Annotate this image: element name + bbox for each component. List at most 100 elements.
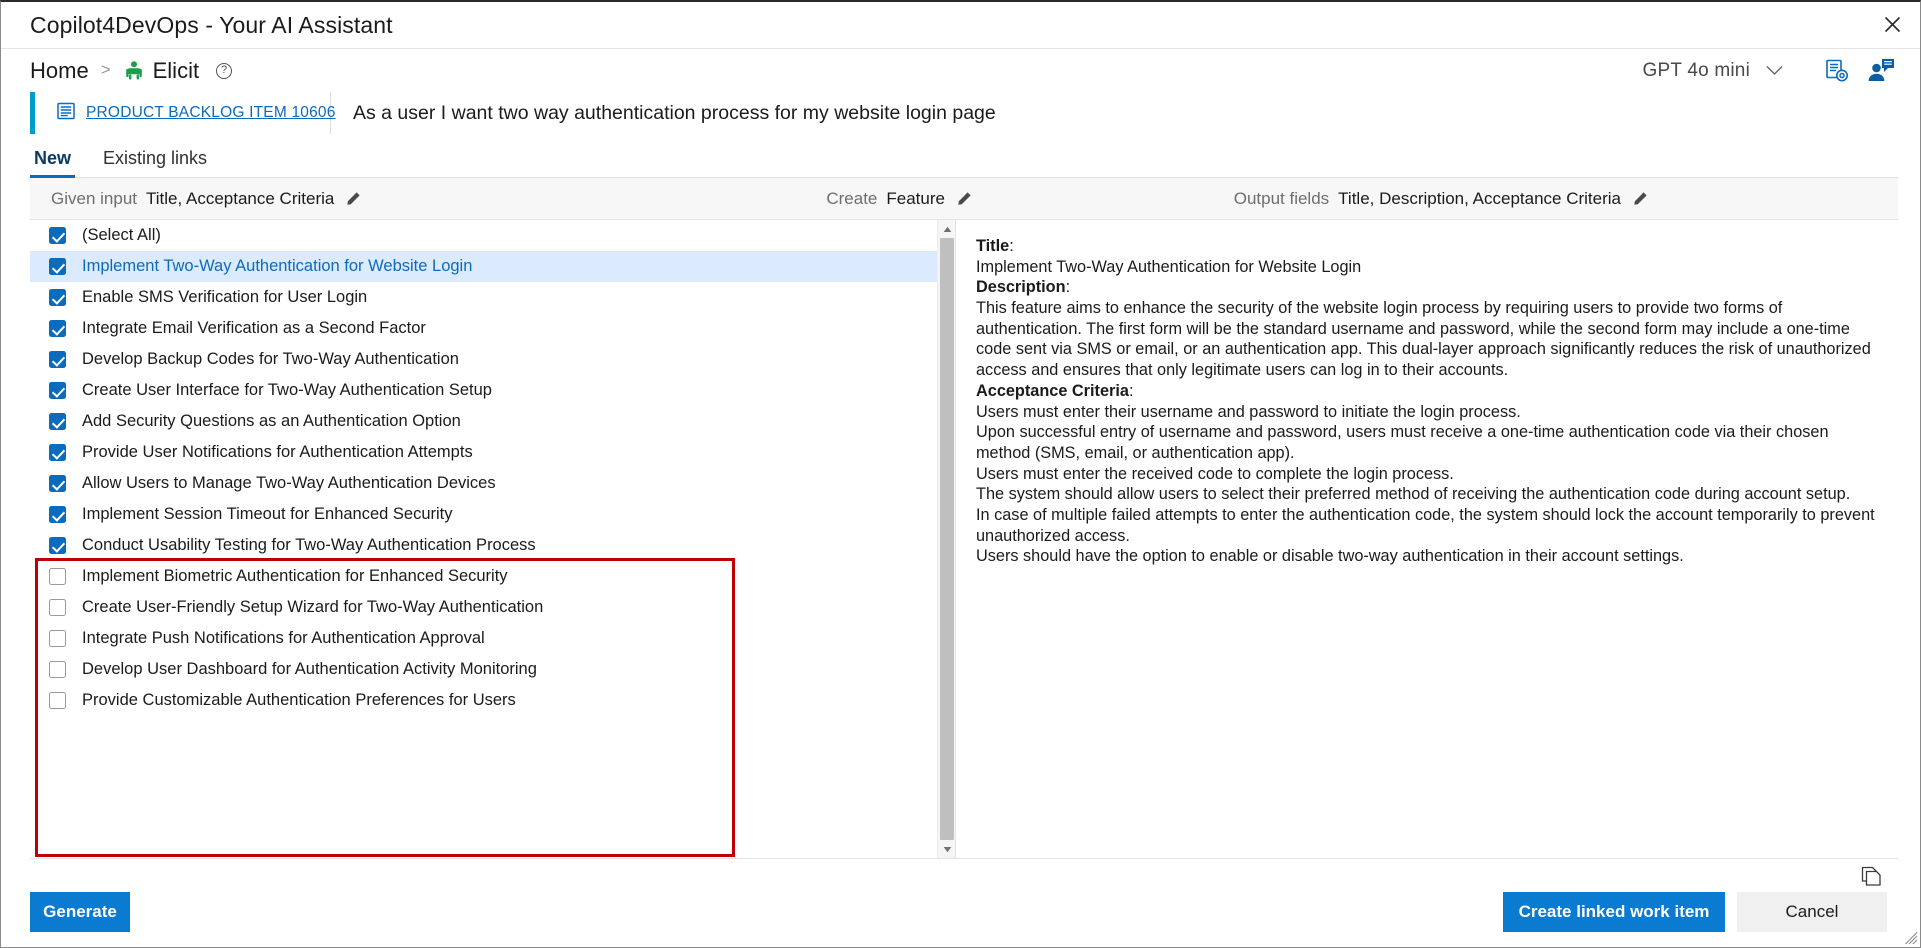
resize-grip-icon[interactable] (1905, 932, 1918, 945)
model-selector-label[interactable]: GPT 4o mini (1643, 60, 1750, 82)
tab-existing-links[interactable]: Existing links (99, 148, 211, 177)
list-item[interactable]: Allow Users to Manage Two-Way Authentica… (30, 468, 937, 499)
list-item[interactable]: Conduct Usability Testing for Two-Way Au… (30, 530, 937, 561)
given-input-label: Given input (51, 188, 137, 208)
list-item-label: Add Security Questions as an Authenticat… (82, 412, 461, 430)
list-item[interactable]: Implement Session Timeout for Enhanced S… (30, 499, 937, 530)
scroll-up-arrow-icon[interactable] (938, 220, 955, 238)
list-item[interactable]: Implement Two-Way Authentication for Web… (30, 251, 937, 282)
checkbox-checked-icon[interactable] (49, 258, 66, 275)
given-input-value: Title, Acceptance Criteria (146, 188, 335, 208)
output-fields-value: Title, Description, Acceptance Criteria (1338, 188, 1621, 208)
list-item[interactable]: Integrate Push Notifications for Authent… (30, 623, 937, 654)
list-item-label: Integrate Email Verification as a Second… (82, 319, 426, 337)
suggestions-list[interactable]: (Select All) Implement Two-Way Authentica… (30, 220, 937, 858)
checkbox-unchecked-icon[interactable] (49, 692, 66, 709)
suggestions-list-pane: (Select All) Implement Two-Way Authentica… (30, 220, 956, 858)
list-item[interactable]: Provide User Notifications for Authentic… (30, 437, 937, 468)
content-area: (Select All) Implement Two-Way Authentica… (30, 220, 1898, 859)
acceptance-criteria-line: Upon successful entry of username and pa… (976, 423, 1829, 462)
detail-title-value: Implement Two-Way Authentication for Web… (976, 257, 1362, 276)
list-item-label: Create User-Friendly Setup Wizard for Tw… (82, 598, 544, 616)
checkbox-checked-icon[interactable] (49, 413, 66, 430)
checkbox-checked-icon[interactable] (49, 506, 66, 523)
list-item-label: Provide User Notifications for Authentic… (82, 443, 473, 461)
given-input-group: Given input Title, Acceptance Criteria (51, 189, 361, 209)
checkbox-checked-icon[interactable] (49, 227, 66, 244)
work-item-link-cell[interactable]: PRODUCT BACKLOG ITEM 10606 (35, 92, 335, 134)
list-item-label: Enable SMS Verification for User Login (82, 288, 368, 306)
edit-create-pencil-icon[interactable] (957, 191, 972, 206)
list-item-label: Implement Session Timeout for Enhanced S… (82, 505, 453, 523)
checkbox-checked-icon[interactable] (49, 289, 66, 306)
help-icon[interactable]: ? (216, 62, 233, 79)
window-title: Copilot4DevOps - Your AI Assistant (30, 11, 393, 38)
output-fields-group: Output fields Title, Description, Accept… (1234, 189, 1648, 209)
edit-output-fields-pencil-icon[interactable] (1633, 191, 1648, 206)
checkbox-checked-icon[interactable] (49, 444, 66, 461)
breadcrumb-home[interactable]: Home (30, 58, 89, 84)
detail-description-label: Description: (976, 278, 1071, 297)
checkbox-checked-icon[interactable] (49, 382, 66, 399)
detail-description-value: This feature aims to enhance the securit… (976, 299, 1871, 380)
list-item[interactable]: Integrate Email Verification as a Second… (30, 313, 937, 344)
list-item-label: Allow Users to Manage Two-Way Authentica… (82, 474, 496, 492)
scrollbar-thumb[interactable] (940, 238, 954, 840)
acceptance-criteria-line: In case of multiple failed attempts to e… (976, 505, 1875, 545)
edit-given-input-pencil-icon[interactable] (346, 191, 361, 206)
create-group: Create Feature (826, 189, 972, 209)
list-item-label: Create User Interface for Two-Way Authen… (82, 381, 492, 399)
dialog-footer: Generate Create linked work item Cancel (1, 859, 1920, 947)
copy-icon[interactable] (1858, 863, 1884, 889)
checkbox-checked-icon[interactable] (49, 537, 66, 554)
acceptance-criteria-line: Users must enter the received code to co… (976, 464, 1454, 483)
header-actions: GPT 4o mini (1643, 56, 1898, 86)
work-item-header: PRODUCT BACKLOG ITEM 10606 As a user I w… (30, 92, 1898, 134)
user-chat-icon[interactable] (1864, 56, 1898, 86)
list-scrollbar[interactable] (937, 220, 955, 858)
list-item-label: Implement Two-Way Authentication for Web… (82, 257, 473, 275)
breadcrumb-separator-icon: > (100, 60, 111, 79)
copilot4devops-dialog: Copilot4DevOps - Your AI Assistant Home … (0, 0, 1921, 948)
checkbox-checked-icon[interactable] (49, 475, 66, 492)
list-item[interactable]: (Select All) (30, 220, 937, 251)
list-item[interactable]: Add Security Questions as an Authenticat… (30, 406, 937, 437)
create-value: Feature (886, 188, 945, 208)
scroll-down-arrow-icon[interactable] (938, 840, 955, 858)
list-item[interactable]: Create User Interface for Two-Way Authen… (30, 375, 937, 406)
list-item[interactable]: Provide Customizable Authentication Pref… (30, 685, 937, 716)
list-item[interactable]: Create User-Friendly Setup Wizard for Tw… (30, 592, 937, 623)
close-icon[interactable] (1864, 2, 1920, 47)
checkbox-unchecked-icon[interactable] (49, 599, 66, 616)
list-item[interactable]: Develop Backup Codes for Two-Way Authent… (30, 344, 937, 375)
list-item-label: Develop User Dashboard for Authenticatio… (82, 660, 537, 678)
list-item-label: Develop Backup Codes for Two-Way Authent… (82, 350, 459, 368)
detail-title-label: Title: (976, 237, 1014, 255)
cancel-button[interactable]: Cancel (1737, 892, 1887, 932)
document-settings-icon[interactable] (1820, 56, 1854, 86)
detail-preview-pane: Title: Implement Two-Way Authentication … (956, 220, 1898, 858)
acceptance-criteria-line: Users should have the option to enable o… (976, 547, 1684, 566)
checkbox-checked-icon[interactable] (49, 320, 66, 337)
detail-acceptance-lines: Users must enter their username and pass… (976, 402, 1876, 568)
generate-button[interactable]: Generate (30, 892, 130, 932)
tab-new[interactable]: New (30, 148, 76, 178)
checkbox-unchecked-icon[interactable] (49, 661, 66, 678)
work-item-link[interactable]: PRODUCT BACKLOG ITEM 10606 (86, 104, 336, 122)
list-item[interactable]: Implement Biometric Authentication for E… (30, 561, 937, 592)
checkbox-checked-icon[interactable] (49, 351, 66, 368)
list-item-label: Implement Biometric Authentication for E… (82, 567, 508, 585)
checkbox-unchecked-icon[interactable] (49, 568, 66, 585)
list-item-label: Provide Customizable Authentication Pref… (82, 691, 516, 709)
list-item[interactable]: Develop User Dashboard for Authenticatio… (30, 654, 937, 685)
create-linked-work-item-button[interactable]: Create linked work item (1503, 892, 1725, 932)
chevron-down-icon[interactable] (1762, 59, 1786, 83)
list-item-label: (Select All) (82, 226, 161, 244)
breadcrumb-current: Elicit ? (123, 57, 233, 84)
detail-acceptance-label: Acceptance Criteria: (976, 381, 1134, 400)
breadcrumb-current-label: Elicit (152, 57, 200, 83)
checkbox-unchecked-icon[interactable] (49, 630, 66, 647)
window-titlebar: Copilot4DevOps - Your AI Assistant (1, 2, 1920, 48)
list-item[interactable]: Enable SMS Verification for User Login (30, 282, 937, 313)
work-item-title: As a user I want two way authentication … (353, 101, 996, 124)
